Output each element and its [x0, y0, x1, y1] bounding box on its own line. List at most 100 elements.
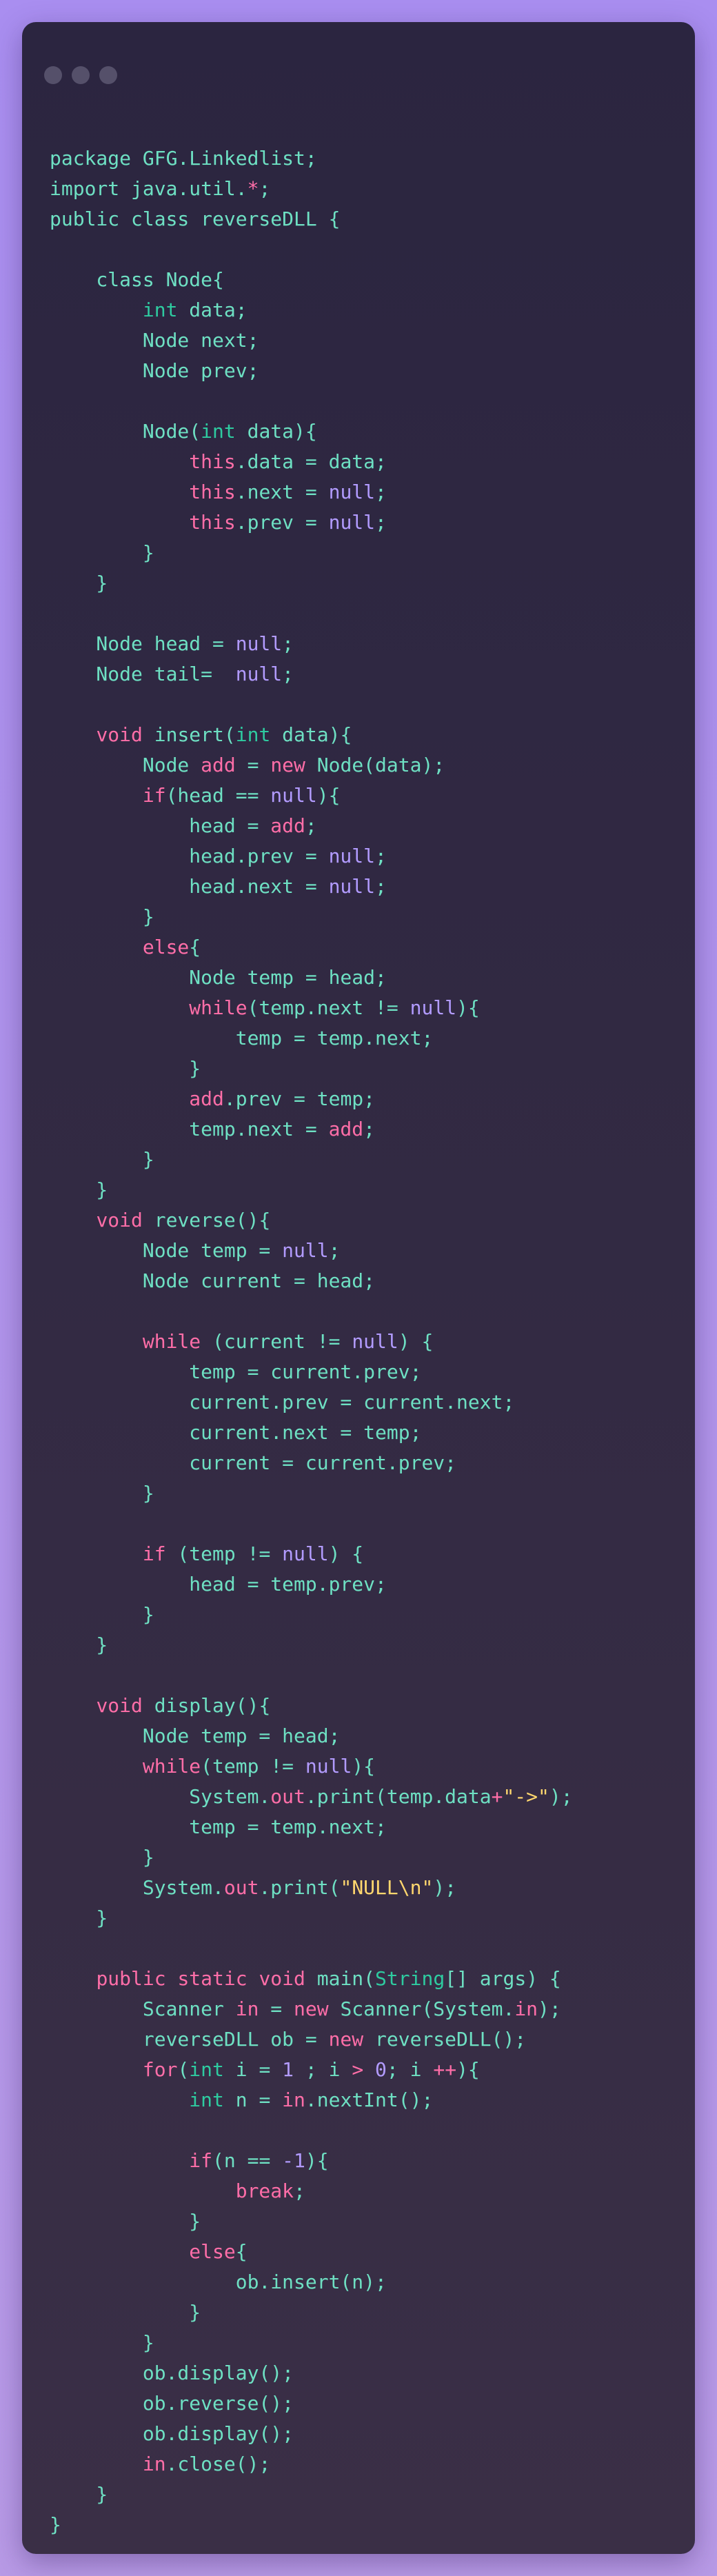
code-line: else{: [50, 932, 573, 963]
code-window: package GFG.Linkedlist; import java.util.…: [22, 22, 695, 2554]
code-token: null: [282, 1542, 329, 1565]
code-token: );: [433, 1876, 457, 1899]
code-token: System.: [50, 1785, 271, 1808]
code-token: 1: [282, 2058, 294, 2081]
code-line: if (temp != null) {: [50, 1539, 573, 1569]
code-token: ) {: [398, 1330, 434, 1353]
code-line: this.data = data;: [50, 447, 573, 477]
code-token: }: [50, 541, 154, 564]
code-line: }: [50, 1630, 573, 1660]
code-token: ;: [363, 1118, 376, 1140]
code-token: i =: [223, 2058, 283, 2081]
maximize-dot[interactable]: [99, 66, 117, 84]
code-token: int: [235, 723, 271, 746]
code-token: data;: [177, 299, 248, 321]
code-token: Scanner: [50, 1998, 236, 2020]
code-token: ){: [456, 2058, 480, 2081]
code-token: temp.next =: [50, 1118, 329, 1140]
code-token: null: [352, 1330, 398, 1353]
code-token: ;: [305, 814, 317, 837]
code-line: }: [50, 2328, 573, 2358]
code-token: [] args) {: [445, 1967, 561, 1990]
code-token: ) {: [328, 1542, 364, 1565]
code-token: .data = data;: [235, 450, 387, 473]
code-token: }: [50, 2331, 154, 2354]
code-token: {: [235, 2240, 248, 2263]
code-line: current.next = temp;: [50, 1418, 573, 1448]
code-token: +: [491, 1785, 503, 1808]
code-token: (head ==: [165, 784, 271, 807]
code-line: if(n == -1){: [50, 2146, 573, 2176]
code-line: int data;: [50, 295, 573, 325]
code-line: this.prev = null;: [50, 507, 573, 538]
code-token: "->": [503, 1785, 549, 1808]
code-token: }: [50, 1603, 154, 1626]
code-token: head = temp.prev;: [50, 1573, 387, 1596]
code-token: current = current.prev;: [50, 1451, 457, 1474]
code-token: ;: [375, 845, 387, 867]
code-token: ){: [456, 996, 480, 1019]
code-line: head.prev = null;: [50, 841, 573, 872]
code-token: 0: [375, 2058, 387, 2081]
code-token: head.next =: [50, 875, 329, 898]
code-line: System.out.print("NULL\n");: [50, 1873, 573, 1903]
code-token: "NULL\n": [340, 1876, 434, 1899]
code-token: }: [50, 1148, 154, 1171]
code-token: null: [235, 663, 283, 685]
code-line: Node tail= null;: [50, 659, 573, 690]
code-token: }: [50, 1482, 154, 1505]
code-line: }: [50, 2297, 573, 2328]
code-token: null: [270, 784, 317, 807]
close-dot[interactable]: [44, 66, 62, 84]
code-token: ob.insert(n);: [50, 2271, 387, 2293]
code-token: break: [235, 2180, 294, 2202]
code-token: class Node{: [50, 268, 224, 291]
code-token: }: [50, 2483, 108, 2506]
code-token: ob.reverse();: [50, 2392, 294, 2415]
code-token: ;: [328, 1239, 341, 1262]
code-token: int: [189, 2089, 224, 2111]
code-token: );: [549, 1785, 573, 1808]
code-line: }: [50, 1600, 573, 1630]
code-token: in: [514, 1998, 538, 2020]
code-token: (: [177, 2058, 190, 2081]
code-token: this: [189, 481, 236, 503]
code-token: null: [328, 481, 376, 503]
code-token: add: [270, 814, 305, 837]
code-line: ob.display();: [50, 2358, 573, 2388]
code-token: Node temp = head;: [50, 966, 387, 989]
code-token: Scanner(System.: [328, 1998, 515, 2020]
code-token: Node tail=: [50, 663, 236, 685]
code-line: for(int i = 1 ; i > 0; i ++){: [50, 2055, 573, 2085]
minimize-dot[interactable]: [72, 66, 90, 84]
code-token: String: [375, 1967, 445, 1990]
code-token: data){: [270, 723, 352, 746]
code-line: temp = temp.next;: [50, 1023, 573, 1054]
code-token: .prev =: [235, 511, 329, 534]
code-token: ;: [259, 177, 271, 200]
code-token: ; i: [386, 2058, 434, 2081]
code-token: .print(: [259, 1876, 341, 1899]
code-token: null: [282, 1239, 329, 1262]
code-token: ob.display();: [50, 2422, 294, 2445]
code-line: void display(){: [50, 1691, 573, 1721]
code-line: Node temp = head;: [50, 1721, 573, 1751]
code-token: {: [189, 936, 201, 958]
code-token: out: [270, 1785, 305, 1808]
code-line: }: [50, 902, 573, 932]
code-token: void: [96, 723, 143, 746]
code-token: null: [305, 1755, 352, 1778]
